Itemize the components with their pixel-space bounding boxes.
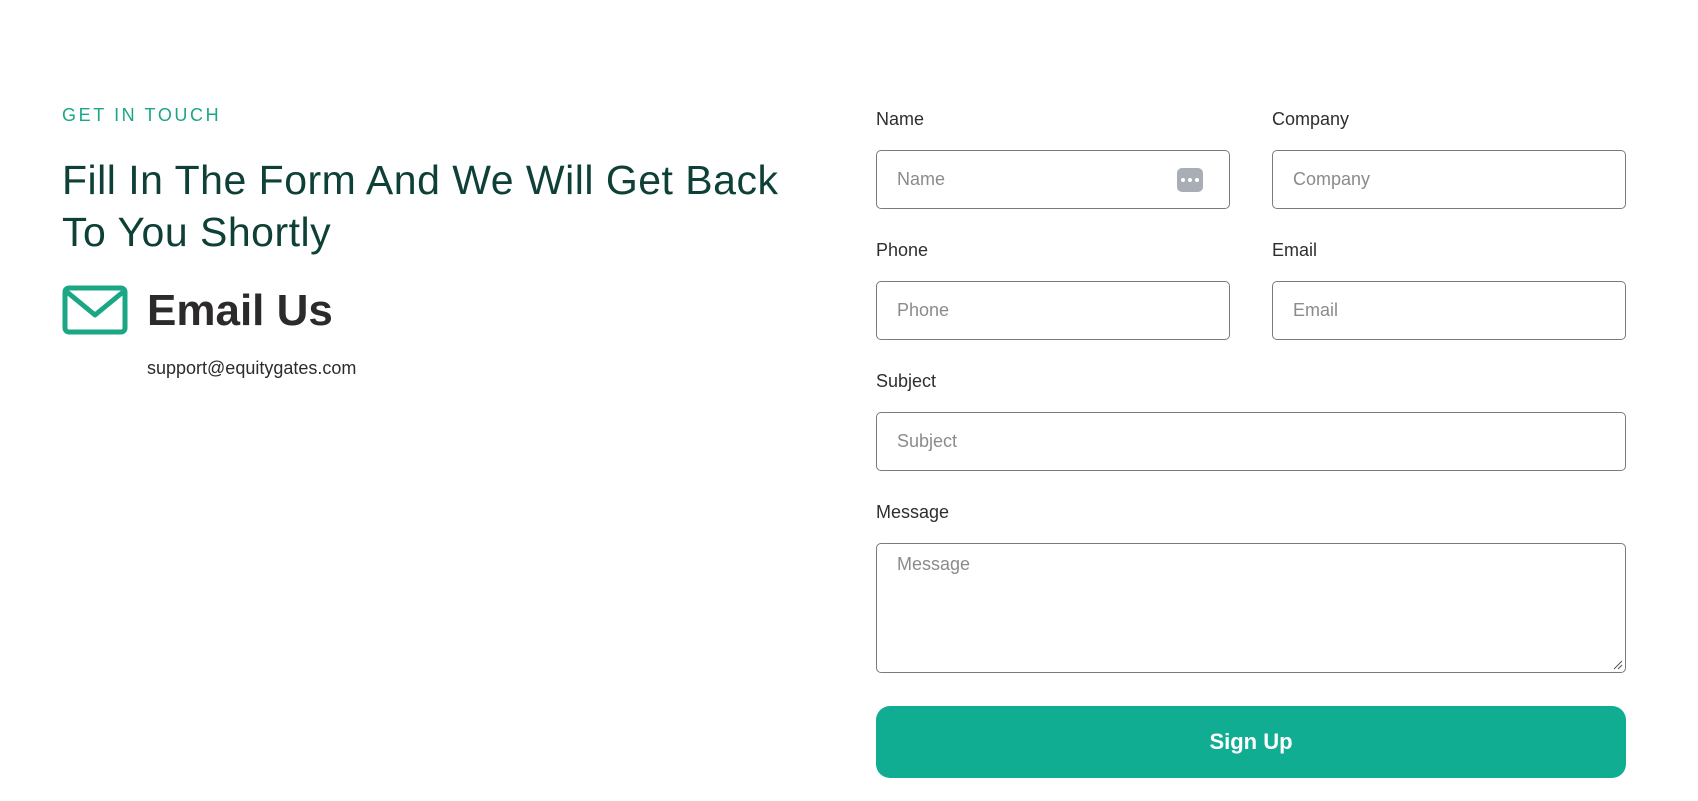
phone-input[interactable]: Phone xyxy=(876,281,1230,340)
password-manager-icon[interactable] xyxy=(1177,168,1203,192)
contact-page: GET IN TOUCH Fill In The Form And We Wil… xyxy=(0,0,1698,801)
message-field-group: Message Message xyxy=(876,501,1626,673)
eyebrow-text: GET IN TOUCH xyxy=(62,105,222,125)
email-input[interactable]: Email xyxy=(1272,281,1626,340)
message-label: Message xyxy=(876,502,950,522)
phone-label: Phone xyxy=(876,240,929,260)
phone-field-group: Phone Phone xyxy=(876,239,1230,340)
company-label: Company xyxy=(1272,109,1350,129)
phone-placeholder: Phone xyxy=(897,300,950,320)
name-field-group: Name Name xyxy=(876,108,1230,209)
phone-email-row: Phone Phone Email Email xyxy=(876,239,1626,370)
message-placeholder: Message xyxy=(897,554,971,574)
name-placeholder: Name xyxy=(897,169,946,189)
email-field-group: Email Email xyxy=(1272,239,1626,340)
subject-input[interactable]: Subject xyxy=(876,412,1626,471)
sign-up-button[interactable]: Sign Up xyxy=(876,706,1626,778)
company-input[interactable]: Company xyxy=(1272,150,1626,209)
subject-placeholder: Subject xyxy=(897,431,958,451)
envelope-icon xyxy=(62,285,128,335)
subject-label: Subject xyxy=(876,371,937,391)
company-placeholder: Company xyxy=(1293,169,1371,189)
email-label: Email xyxy=(1272,240,1318,260)
contact-form: Name Name Company Company Phone Phone Em… xyxy=(876,108,1626,778)
contact-info: GET IN TOUCH Fill In The Form And We Wil… xyxy=(62,104,782,379)
message-textarea[interactable]: Message xyxy=(876,543,1626,673)
email-address[interactable]: support@equitygates.com xyxy=(147,358,782,379)
resize-grip-icon[interactable] xyxy=(1613,660,1623,670)
subject-field-group: Subject Subject xyxy=(876,370,1626,501)
page-title: Fill In The Form And We Will Get Back To… xyxy=(62,157,779,255)
name-label: Name xyxy=(876,109,925,129)
email-us-heading: Email Us xyxy=(147,286,333,335)
name-input[interactable]: Name xyxy=(876,150,1230,209)
email-us-row: Email Us xyxy=(62,284,782,344)
email-placeholder: Email xyxy=(1293,300,1339,320)
name-company-row: Name Name Company Company xyxy=(876,108,1626,239)
company-field-group: Company Company xyxy=(1272,108,1626,209)
